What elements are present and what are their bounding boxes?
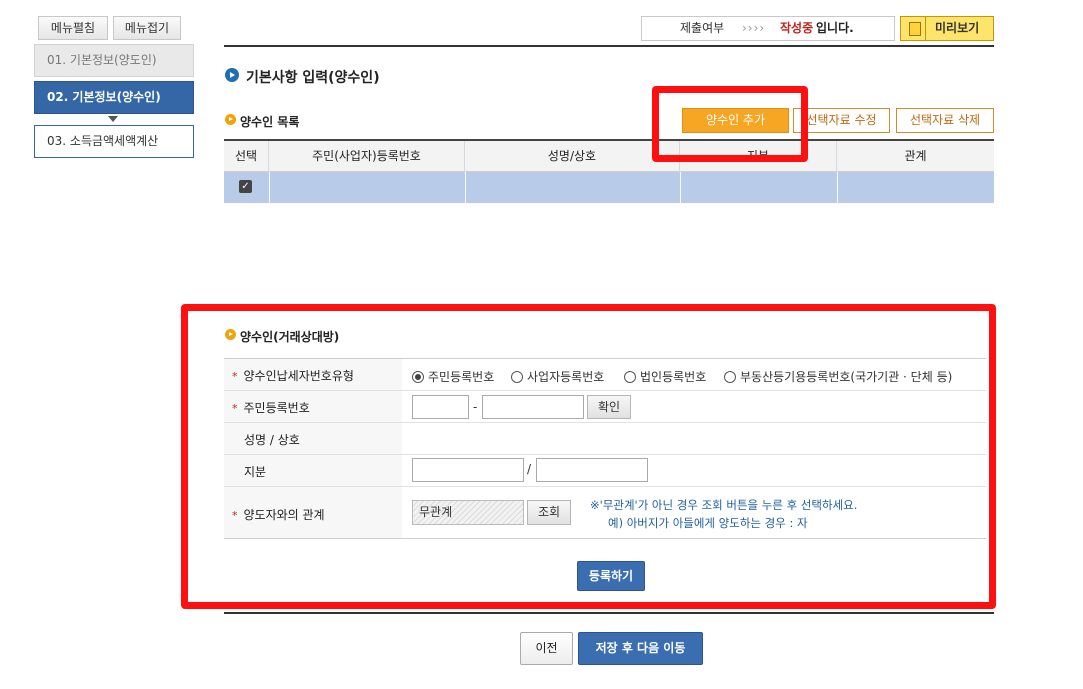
row-checkbox[interactable]: ✓ <box>239 180 252 193</box>
highlight-form <box>181 304 996 609</box>
table-row[interactable] <box>224 172 994 203</box>
col-relation: 관계 <box>904 149 927 163</box>
status-suffix: 입니다. <box>816 21 854 35</box>
submission-status: 제출여부 ›››› 작성중 입니다. <box>641 16 895 41</box>
save-next-button[interactable]: 저장 후 다음 이동 <box>578 632 703 665</box>
sidebar-item-buyer-info[interactable]: 02. 기본정보(양수인) <box>34 81 194 114</box>
page-title: 기본사항 입력(양수인) <box>246 70 380 86</box>
col-name: 성명/상호 <box>465 141 680 172</box>
preview-button[interactable]: 미리보기 <box>900 16 994 41</box>
buyer-table-header: 선택 주민(사업자)등록번호 성명/상호 지분 관계 <box>224 139 994 172</box>
expand-menu-button[interactable]: 메뉴펼침 <box>38 16 108 40</box>
list-bullet-icon <box>225 114 236 125</box>
header-divider <box>224 45 994 47</box>
prev-button[interactable]: 이전 <box>520 632 573 665</box>
sidebar-item-seller-info[interactable]: 01. 기본정보(양도인) <box>34 44 194 77</box>
status-value: 작성중 <box>780 21 814 35</box>
footer-divider <box>224 612 994 614</box>
section-arrow-icon <box>225 68 239 82</box>
delete-selected-button[interactable]: 선택자료 삭제 <box>896 108 994 133</box>
preview-label: 미리보기 <box>935 21 980 35</box>
current-step-arrow-icon <box>108 116 118 122</box>
status-label: 제출여부 <box>680 21 725 35</box>
sidebar-item-income-tax-calc[interactable]: 03. 소득금액세액계산 <box>34 125 194 158</box>
col-select: 선택 <box>224 141 269 172</box>
highlight-add-button <box>652 86 808 162</box>
col-reg-number: 주민(사업자)등록번호 <box>269 141 465 172</box>
status-arrows-icon: ›››› <box>742 21 766 35</box>
collapse-menu-button[interactable]: 메뉴접기 <box>113 16 181 40</box>
buyer-list-title: 양수인 목록 <box>240 115 300 129</box>
document-icon <box>909 22 921 36</box>
